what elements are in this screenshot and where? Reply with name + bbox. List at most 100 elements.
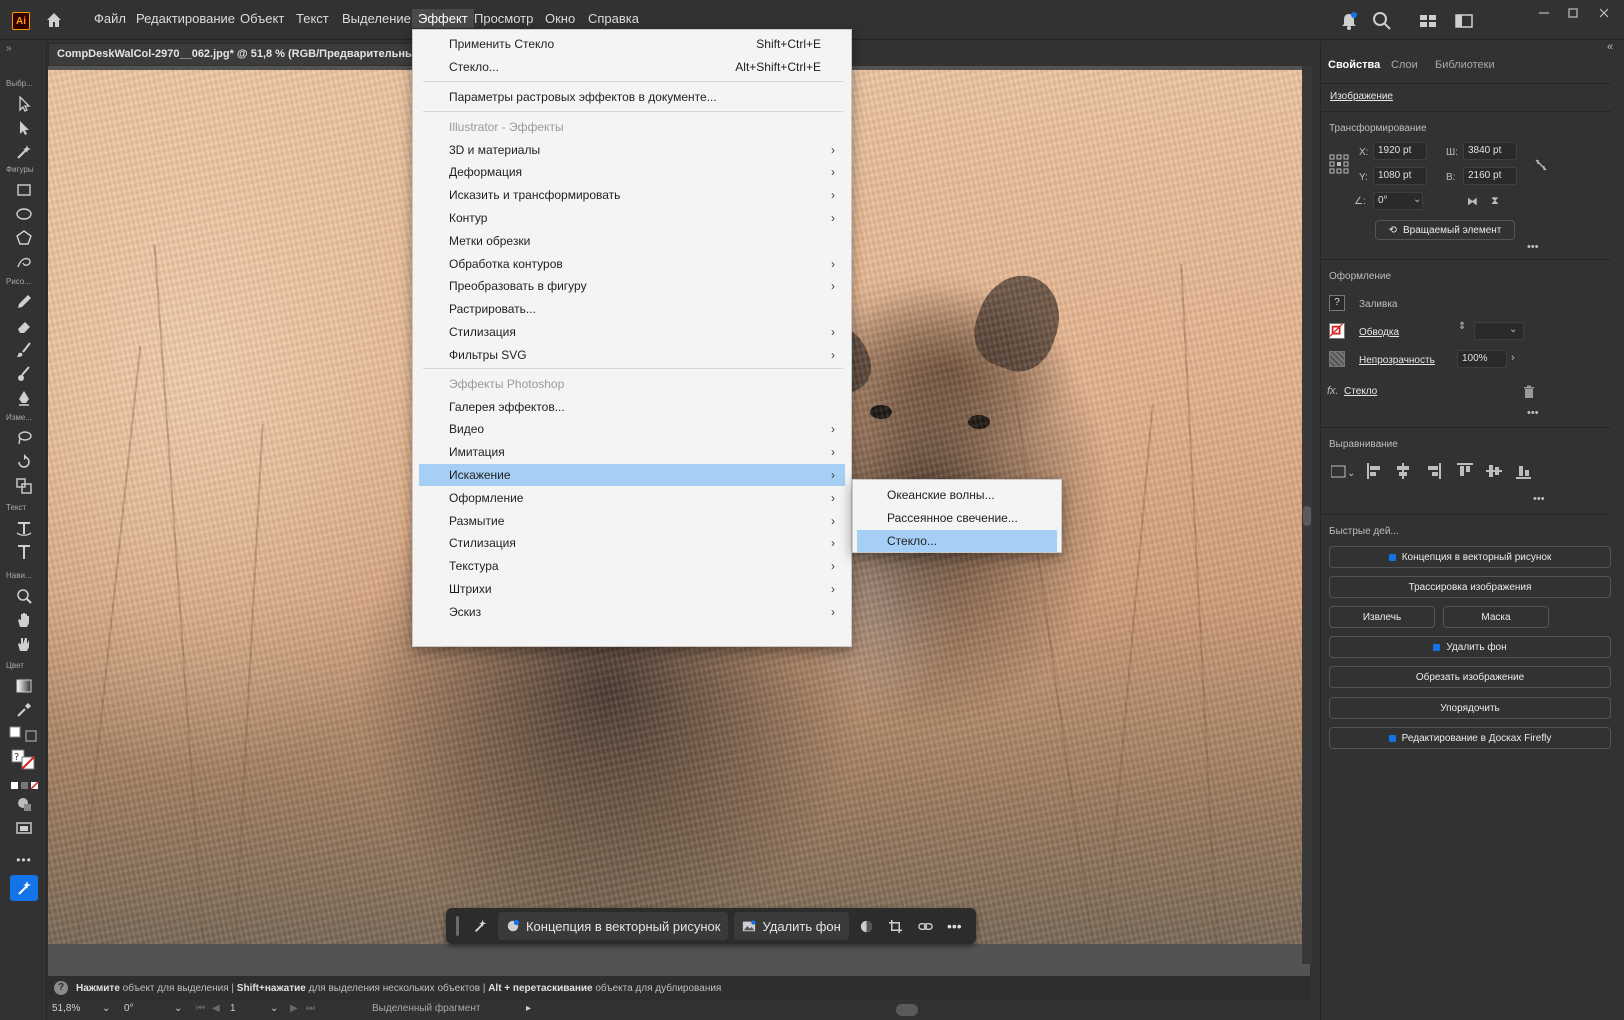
height-field[interactable]: 2160 pt — [1463, 167, 1517, 185]
width-field[interactable]: 3840 pt — [1463, 142, 1517, 160]
mask-button[interactable]: Маска — [1443, 606, 1549, 628]
remove-background-button[interactable]: Удалить фон — [734, 912, 849, 940]
menu-illustrator-effect-item[interactable]: Исказить и трансформировать › — [419, 184, 845, 206]
menu-last-effect[interactable]: Стекло... Alt+Shift+Ctrl+E — [419, 56, 845, 78]
menu-raster-settings[interactable]: Параметры растровых эффектов в документе… — [419, 86, 845, 108]
rotatable-element-button[interactable]: ⟲ Вращаемый элемент — [1375, 220, 1515, 240]
opacity-link[interactable]: Непрозрачность — [1359, 355, 1435, 366]
menu-illustrator-effect-item[interactable]: Обработка контуров › — [419, 253, 845, 275]
document-tab[interactable]: CompDeskWalCol-2970__062.jpg* @ 51,8 % (… — [48, 43, 448, 65]
screen-mode-icon[interactable] — [11, 817, 37, 839]
tab-layers[interactable]: Слои — [1391, 59, 1418, 71]
more-tools-icon[interactable]: ••• — [11, 849, 37, 871]
last-artboard-icon[interactable]: ⏭ — [306, 1003, 315, 1014]
vertical-scrollbar[interactable] — [1302, 66, 1312, 964]
rotation-field[interactable]: 0° — [124, 1003, 134, 1014]
magic-wand-tool-icon[interactable] — [11, 141, 37, 163]
firefly-boards-button[interactable]: Редактирование в Досках Firefly — [1329, 727, 1611, 749]
ellipse-tool-icon[interactable] — [11, 203, 37, 225]
extract-button[interactable]: Извлечь — [1329, 606, 1435, 628]
artboard-dropdown-icon[interactable]: ⌄ — [270, 1003, 278, 1014]
menu-photoshop-effect-item[interactable]: Искажение › — [419, 463, 845, 486]
submenu-diffuse-glow[interactable]: Рассеянное свечение... — [857, 507, 1057, 529]
y-position-field[interactable]: 1080 pt — [1373, 167, 1427, 185]
menu-photoshop-effect-item[interactable]: Галерея эффектов... — [419, 396, 845, 418]
next-artboard-icon[interactable]: ▶ — [290, 1003, 298, 1014]
close-icon[interactable] — [1596, 6, 1612, 20]
eyedropper-tool-icon[interactable] — [11, 699, 37, 721]
collapse-panel-icon[interactable]: « — [1607, 41, 1613, 53]
type-tool-icon[interactable] — [11, 541, 37, 563]
rotate-tool-icon[interactable] — [11, 451, 37, 473]
bell-icon[interactable] — [1338, 10, 1360, 32]
pencil-tool-icon[interactable] — [11, 291, 37, 313]
draw-mode-icon[interactable] — [11, 793, 37, 815]
menu-object[interactable]: Объект — [240, 11, 284, 26]
minimize-icon[interactable] — [1536, 6, 1552, 20]
menu-select[interactable]: Выделение — [342, 11, 411, 26]
gradient-tool-icon[interactable] — [11, 675, 37, 697]
image-trace-button[interactable]: Трассировка изображения — [1329, 576, 1611, 598]
zoom-tool-icon[interactable] — [11, 585, 37, 607]
fill-unknown-swatch[interactable]: ? — [1329, 295, 1345, 311]
previous-artboard-icon[interactable]: ◀ — [212, 1003, 220, 1014]
submenu-glass[interactable]: Стекло... — [857, 530, 1057, 552]
menu-help[interactable]: Справка — [588, 11, 639, 26]
applied-effect-link[interactable]: Стекло — [1344, 386, 1377, 397]
task-bar-grip[interactable] — [456, 916, 459, 936]
rotate-view-tool-icon[interactable] — [11, 633, 37, 655]
help-icon[interactable]: ? — [54, 981, 68, 995]
menu-view[interactable]: Просмотр — [474, 11, 533, 26]
stroke-weight-stepper-icon[interactable]: ⇕ — [1458, 321, 1466, 332]
blob-brush-tool-icon[interactable] — [11, 363, 37, 385]
panel-layout-icon[interactable] — [1453, 10, 1475, 32]
menu-photoshop-effect-item[interactable]: Размытие › — [419, 510, 845, 532]
align-more-icon[interactable]: ••• — [1533, 493, 1545, 505]
menu-photoshop-effect-item[interactable]: Имитация › — [419, 441, 845, 463]
horizontal-scroll-thumb[interactable] — [896, 1004, 918, 1016]
status-menu-arrow-icon[interactable]: ▸ — [526, 1003, 531, 1014]
stroke-none-swatch[interactable] — [1329, 323, 1345, 339]
transform-more-icon[interactable]: ••• — [1527, 241, 1539, 253]
appearance-more-icon[interactable]: ••• — [1527, 407, 1539, 419]
reference-point-icon[interactable] — [1329, 154, 1349, 174]
polygon-tool-icon[interactable] — [11, 227, 37, 249]
pen-tool-icon[interactable] — [11, 387, 37, 409]
more-options-icon[interactable]: ••• — [943, 912, 966, 940]
eraser-tool-icon[interactable] — [11, 315, 37, 337]
menu-edit[interactable]: Редактирование — [136, 11, 235, 26]
menu-photoshop-effect-item[interactable]: Текстура › — [419, 555, 845, 577]
opacity-expand-icon[interactable]: › — [1511, 352, 1515, 364]
menu-effect[interactable]: Эффект — [412, 9, 474, 28]
crop-image-button[interactable]: Обрезать изображение — [1329, 666, 1611, 688]
paintbrush-tool-icon[interactable] — [11, 339, 37, 361]
opacity-field[interactable]: 100% — [1457, 350, 1507, 368]
link-icon[interactable] — [913, 912, 936, 940]
home-icon[interactable] — [44, 10, 64, 30]
hand-tool-icon[interactable] — [11, 609, 37, 631]
menu-type[interactable]: Текст — [296, 11, 329, 26]
fill-stroke-swatches[interactable] — [6, 725, 42, 747]
search-icon[interactable] — [1371, 10, 1393, 32]
delete-effect-icon[interactable] — [1523, 385, 1535, 399]
rectangle-tool-icon[interactable] — [11, 179, 37, 201]
menu-photoshop-effect-item[interactable]: Эскиз › — [419, 601, 845, 623]
workspace-icon[interactable] — [1417, 10, 1439, 32]
angle-dropdown-icon[interactable]: ⌄ — [1413, 194, 1421, 205]
shaper-tool-icon[interactable] — [11, 251, 37, 273]
tab-libraries[interactable]: Библиотеки — [1435, 59, 1495, 71]
menu-window[interactable]: Окно — [545, 11, 575, 26]
submenu-ocean-ripple[interactable]: Океанские волны... — [857, 484, 1057, 506]
stroke-link[interactable]: Обводка — [1359, 327, 1399, 338]
zoom-dropdown-icon[interactable]: ⌄ — [102, 1003, 110, 1014]
flip-vertical-icon[interactable]: ⧗ — [1491, 195, 1499, 208]
menu-file[interactable]: Файл — [94, 11, 126, 26]
mask-icon[interactable] — [855, 912, 878, 940]
vector-concept-button[interactable]: Концепция в векторный рисунок — [1329, 546, 1611, 568]
menu-illustrator-effect-item[interactable]: Фильтры SVG › — [419, 344, 845, 366]
menu-photoshop-effect-item[interactable]: Стилизация › — [419, 532, 845, 554]
x-position-field[interactable]: 1920 pt — [1373, 142, 1427, 160]
menu-photoshop-effect-item[interactable]: Видео › — [419, 418, 845, 440]
generate-icon[interactable] — [469, 912, 492, 940]
menu-illustrator-effect-item[interactable]: Метки обрезки — [419, 230, 845, 252]
